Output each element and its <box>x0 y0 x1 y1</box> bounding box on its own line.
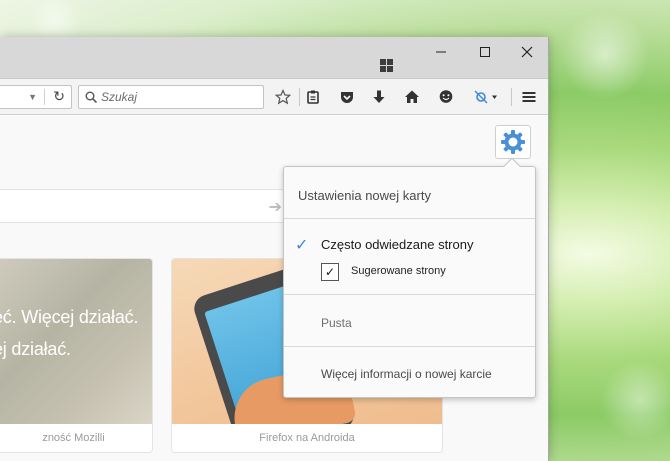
pocket-icon <box>341 92 353 103</box>
search-placeholder: Szukaj <box>101 90 138 104</box>
divider <box>284 294 535 295</box>
star-icon <box>275 89 291 105</box>
search-go-arrow-icon[interactable]: ➔ <box>269 197 282 217</box>
search-input[interactable]: Szukaj <box>78 85 264 109</box>
close-button[interactable] <box>504 37 550 66</box>
checkmark-icon: ✓ <box>324 265 336 279</box>
site-tile[interactable]: ęć. Więcej działać. ej działać. zność Mo… <box>0 258 153 453</box>
url-bar[interactable]: ▼ ↻ <box>0 85 72 109</box>
gear-icon <box>501 130 525 154</box>
addon-icon <box>474 90 497 104</box>
reload-icon[interactable]: ↻ <box>53 88 65 105</box>
newtab-customize-button[interactable] <box>495 125 531 159</box>
toolbar-separator <box>299 88 300 106</box>
history-dropdown-icon[interactable]: ▼ <box>28 92 37 102</box>
downloads-button[interactable] <box>368 86 390 108</box>
tile-image-text: ej działać. <box>0 339 71 359</box>
tile-caption: zność Mozilli <box>0 424 152 452</box>
maximize-icon <box>480 46 490 57</box>
close-icon <box>521 46 533 57</box>
tile-caption: Firefox na Androida <box>172 424 442 452</box>
option-top-sites[interactable]: Często odwiedzane strony <box>321 237 473 252</box>
background-bokeh <box>600 360 670 440</box>
open-menu-button[interactable] <box>518 86 540 108</box>
bookmarks-menu-button[interactable] <box>302 86 324 108</box>
minimize-icon <box>436 51 446 52</box>
home-icon <box>405 90 419 103</box>
divider <box>284 218 535 219</box>
tab-groups-icon[interactable] <box>380 59 393 72</box>
selected-check-icon: ✓ <box>295 237 309 254</box>
hello-chat-button[interactable] <box>435 86 457 108</box>
search-icon <box>85 91 97 103</box>
background-bokeh <box>20 0 90 40</box>
download-icon <box>373 90 385 103</box>
addon-dropdown-button[interactable] <box>470 86 500 108</box>
chat-icon <box>439 90 453 103</box>
tile-image-text: ęć. Więcej działać. <box>0 307 139 327</box>
maximize-button[interactable] <box>462 37 508 66</box>
navigation-toolbar: ▼ ↻ Szukaj <box>0 78 548 115</box>
newtab-settings-panel: Ustawienia nowej karty ✓ Często odwiedza… <box>283 157 536 398</box>
pocket-button[interactable] <box>336 86 358 108</box>
more-info-link[interactable]: Więcej informacji o nowej karcie <box>321 367 492 381</box>
suggested-sites-label[interactable]: Sugerowane strony <box>351 265 446 277</box>
clipboard-icon <box>307 90 319 104</box>
bookmark-star-button[interactable] <box>272 86 294 108</box>
title-bar <box>0 37 548 78</box>
newtab-search-field[interactable]: ➔ <box>0 189 290 223</box>
hamburger-menu-icon <box>522 92 536 102</box>
toolbar-separator <box>511 88 512 106</box>
minimize-button[interactable] <box>418 37 464 66</box>
option-blank[interactable]: Pusta <box>321 316 352 330</box>
background-bokeh <box>560 10 650 100</box>
home-button[interactable] <box>401 86 423 108</box>
panel-title: Ustawienia nowej karty <box>298 188 431 203</box>
suggested-sites-checkbox[interactable]: ✓ <box>321 263 339 281</box>
url-bar-separator <box>44 89 45 105</box>
tile-thumbnail: ęć. Więcej działać. ej działać. <box>0 259 152 426</box>
divider <box>284 346 535 347</box>
